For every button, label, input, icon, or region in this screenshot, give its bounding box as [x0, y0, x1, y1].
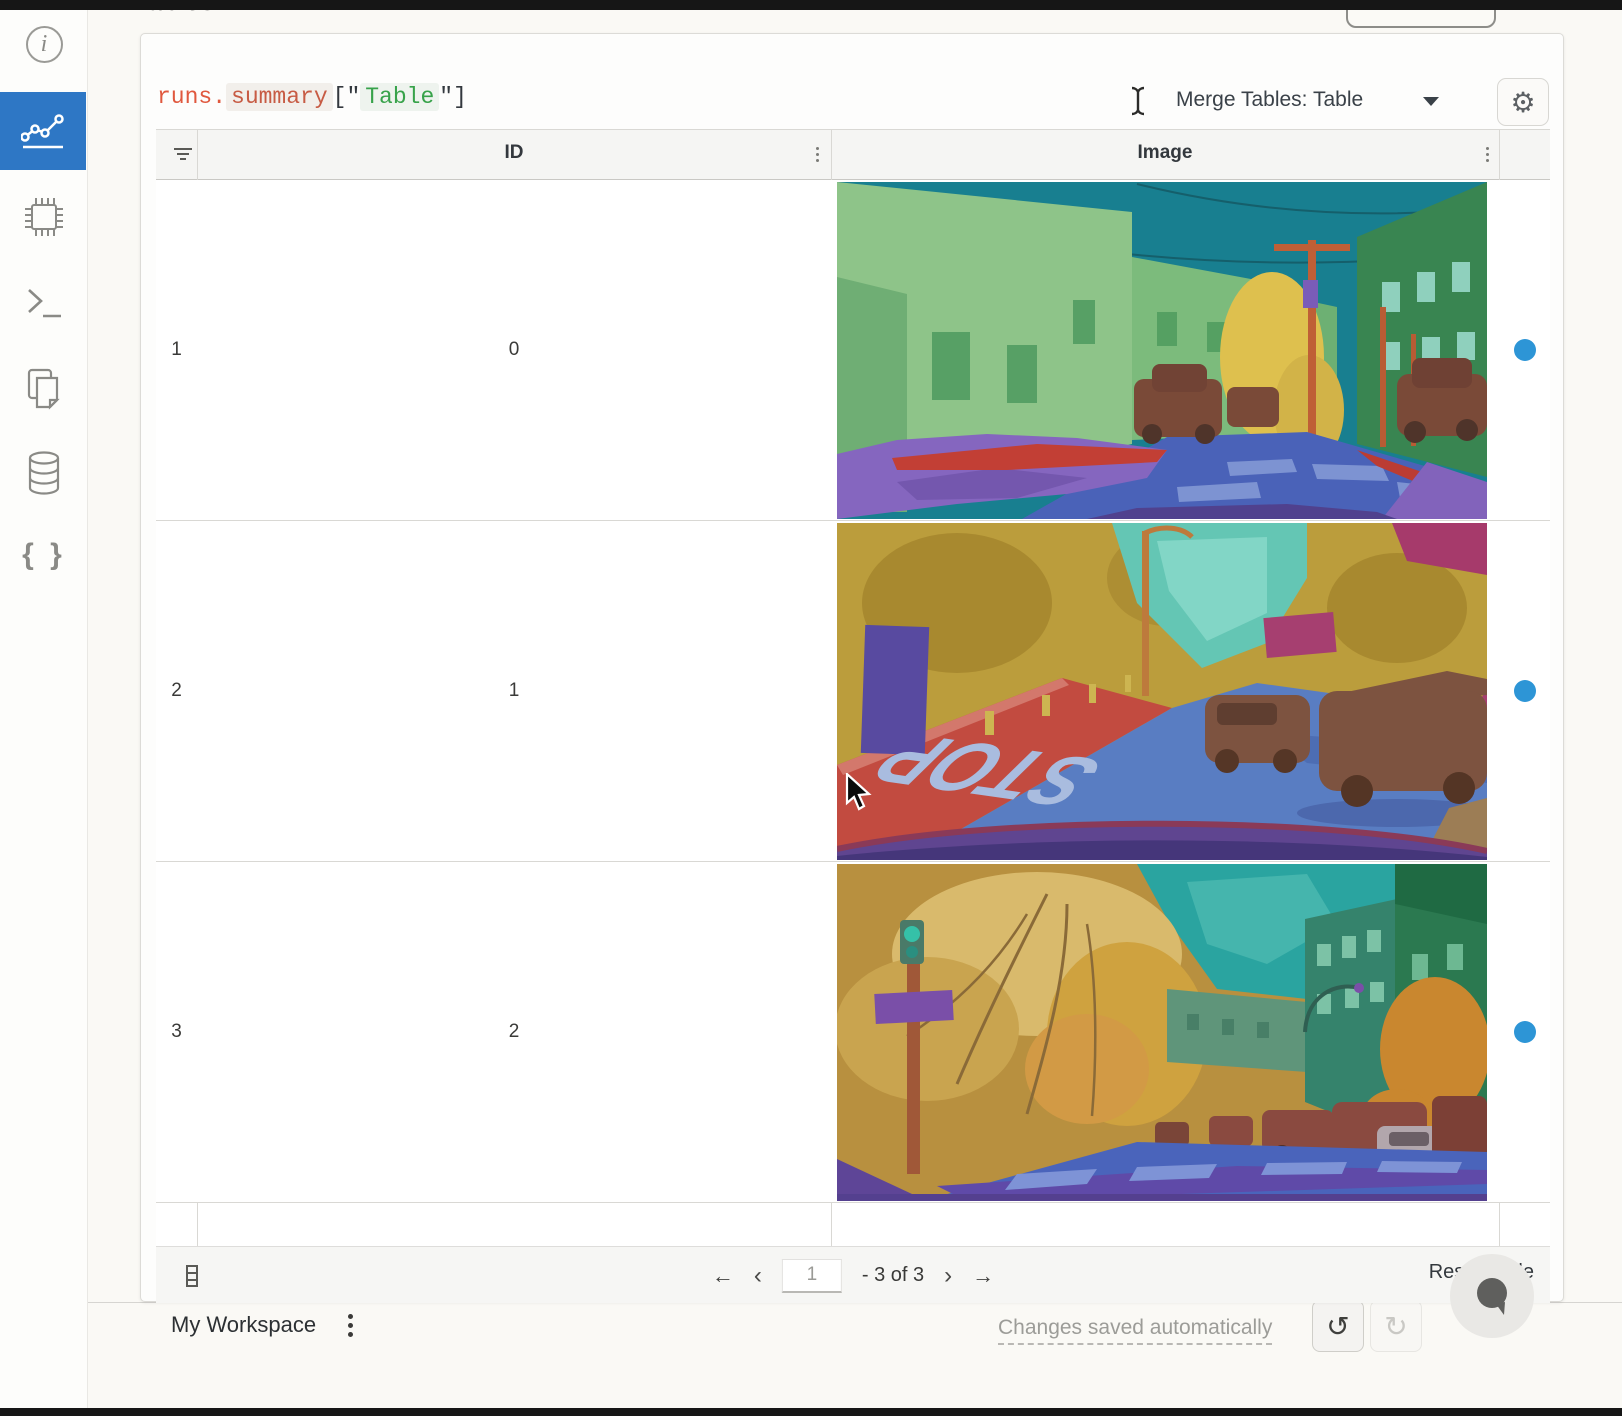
expr-key: Table	[360, 83, 439, 111]
chevron-down-icon[interactable]	[1423, 97, 1439, 106]
last-page-arrow-icon[interactable]: →	[972, 1263, 994, 1289]
table-panel: runs.summary["Table"] Merge Tables: Tabl…	[140, 33, 1564, 1302]
row-number-cell: 3	[156, 862, 197, 1202]
run-color-dot	[1514, 339, 1536, 361]
segmentation-image-street-1[interactable]	[837, 182, 1487, 519]
id-cell: 2	[197, 862, 831, 1202]
redo-button[interactable]: ↻	[1370, 1300, 1422, 1352]
panel-expression[interactable]: runs.summary["Table"]	[157, 84, 467, 110]
table-row: 2 1	[156, 521, 1550, 862]
line-chart-glyph	[21, 111, 65, 151]
database-icon[interactable]	[0, 450, 88, 496]
runs-table: ID Image 1 0	[156, 129, 1550, 1246]
image-cell[interactable]: STOP	[831, 521, 1499, 861]
undo-button[interactable]: ↺	[1312, 1300, 1364, 1352]
terminal-icon[interactable]	[0, 284, 88, 322]
table-row: 3 2	[156, 862, 1550, 1203]
table-header-row: ID Image	[156, 130, 1550, 180]
chat-bubble-icon	[1470, 1274, 1514, 1318]
undo-icon: ↺	[1326, 1310, 1349, 1343]
prev-page-icon[interactable]: ‹	[754, 1262, 762, 1290]
autosave-status[interactable]: Changes saved automatically	[998, 1316, 1272, 1345]
run-color-dot	[1514, 1021, 1536, 1043]
expr-method: summary	[226, 83, 333, 111]
braces-icon[interactable]: { }	[0, 538, 88, 572]
table-row: 1 0	[156, 180, 1550, 521]
page-number-input[interactable]	[782, 1259, 842, 1293]
image-cell[interactable]	[831, 862, 1499, 1202]
workspace-menu-icon[interactable]	[348, 1310, 353, 1341]
image-column-menu-icon[interactable]	[1486, 144, 1490, 165]
next-page-icon[interactable]: ›	[944, 1262, 952, 1290]
page-range-label: - 3 of 3	[862, 1264, 924, 1287]
expr-open: ["	[333, 84, 361, 110]
table-pagination-bar: ← ‹ - 3 of 3 › → Reset Table	[156, 1246, 1550, 1303]
left-sidebar: i	[0, 0, 88, 1408]
panel-settings-button[interactable]: ⚙	[1497, 78, 1549, 126]
row-number-cell: 2	[156, 521, 197, 861]
id-column-menu-icon[interactable]	[816, 144, 820, 165]
id-cell: 0	[197, 180, 831, 520]
bottom-window-bar	[0, 1408, 1622, 1416]
image-cell[interactable]	[831, 180, 1499, 520]
gear-icon: ⚙	[1510, 86, 1535, 119]
first-page-arrow-icon[interactable]: ←	[712, 1263, 734, 1289]
mouse-cursor	[845, 773, 873, 811]
chip-icon[interactable]	[0, 196, 88, 238]
expr-close: "]	[439, 84, 467, 110]
workspace-title[interactable]: My Workspace	[171, 1312, 316, 1338]
column-settings-icon[interactable]	[184, 1264, 200, 1288]
top-window-bar	[0, 0, 1622, 10]
text-ibeam-cursor	[1129, 86, 1147, 116]
help-chat-button[interactable]	[1450, 1254, 1534, 1338]
run-color-dot	[1514, 680, 1536, 702]
filter-icon[interactable]	[172, 145, 194, 165]
info-icon[interactable]: i	[0, 26, 88, 63]
merge-tables-dropdown[interactable]: Merge Tables: Table	[1176, 88, 1363, 112]
segmentation-image-street-3[interactable]	[837, 864, 1487, 1201]
column-header-image[interactable]: Image	[831, 142, 1499, 164]
app-root: i	[0, 0, 1622, 1416]
copy-icon[interactable]	[0, 366, 88, 410]
column-header-id[interactable]: ID	[197, 142, 831, 164]
row-number-cell: 1	[156, 180, 197, 520]
redo-icon: ↻	[1384, 1310, 1407, 1343]
id-cell: 1	[197, 521, 831, 861]
expr-object: runs.	[157, 84, 226, 110]
line-chart-icon[interactable]	[0, 92, 86, 170]
segmentation-image-street-2[interactable]: STOP	[837, 523, 1487, 860]
